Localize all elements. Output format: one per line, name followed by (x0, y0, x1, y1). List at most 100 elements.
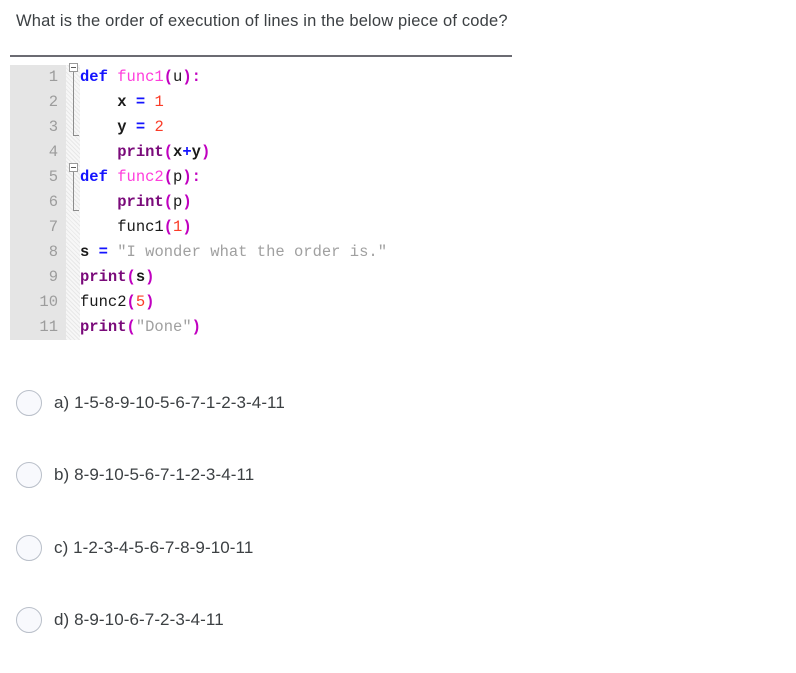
code-token: + (182, 143, 192, 161)
code-block-body: 1 def func1(u): 2 x = 13 y = 24 print(x+y)… (0, 60, 540, 345)
code-token: ) (182, 218, 192, 236)
code-line: 5 def func2(p): (0, 165, 540, 190)
code-token: ) (200, 143, 211, 161)
line-number: 2 (48, 93, 58, 111)
code-line: 6 print(p) (0, 190, 540, 215)
line-number: 1 (48, 68, 58, 86)
code-token: = (98, 243, 108, 261)
code-block-top-border (10, 55, 512, 57)
code-token: ( (126, 268, 136, 286)
code-token: s (80, 243, 90, 261)
code-token: "I wonder what the order is." (117, 243, 387, 261)
code-token: ( (163, 193, 174, 211)
code-line-content: y = 2 (80, 115, 164, 140)
code-token: y (191, 143, 201, 161)
code-token: = (135, 118, 146, 136)
line-number: 6 (48, 193, 58, 211)
code-token: ) (182, 168, 192, 186)
code-token: ( (126, 318, 136, 336)
code-block: 1 def func1(u): 2 x = 13 y = 24 print(x+y)… (0, 55, 540, 345)
code-line-content: print(s) (80, 265, 154, 290)
code-line-content: func1(1) (80, 215, 192, 240)
line-number: 8 (48, 243, 58, 261)
code-token: func1 (117, 218, 164, 236)
code-token: 2 (154, 118, 164, 136)
code-token: 1 (173, 218, 183, 236)
code-token: : (191, 168, 201, 186)
line-number: 7 (48, 218, 58, 236)
line-number: 9 (48, 268, 58, 286)
code-token: 1 (154, 93, 164, 111)
code-token: ( (163, 68, 174, 86)
answer-option-label-c: c) 1-2-3-4-5-6-7-8-9-10-11 (54, 538, 254, 557)
code-token: ) (145, 268, 155, 286)
radio-button-a[interactable] (16, 390, 42, 416)
code-token: func1 (117, 68, 164, 86)
code-token: : (191, 68, 201, 86)
radio-button-c[interactable] (16, 535, 42, 561)
code-token: func2 (80, 293, 127, 311)
code-line: 7 func1(1) (0, 215, 540, 240)
answer-option-label-b: b) 8-9-10-5-6-7-1-2-3-4-11 (54, 465, 255, 484)
code-line: 11 print("Done") (0, 315, 540, 340)
code-token: ( (163, 168, 174, 186)
radio-button-b[interactable] (16, 462, 42, 488)
code-line-content: print("Done") (80, 315, 201, 340)
code-token: = (135, 93, 146, 111)
code-token: def (80, 168, 108, 186)
code-token: ( (163, 143, 174, 161)
answer-option-label-a: a) 1-5-8-9-10-5-6-7-1-2-3-4-11 (54, 393, 285, 412)
code-token: ( (163, 218, 174, 236)
line-number: 11 (39, 318, 58, 336)
line-number: 10 (39, 293, 58, 311)
answer-option-a[interactable]: a) 1-5-8-9-10-5-6-7-1-2-3-4-11 (16, 386, 285, 420)
code-line-content: def func2(p): (80, 165, 201, 190)
code-line-content: func2(5) (80, 290, 154, 315)
code-line: 1 def func1(u): (0, 65, 540, 90)
code-token: ) (145, 293, 155, 311)
radio-button-d[interactable] (16, 607, 42, 633)
code-lines: 1 def func1(u): 2 x = 13 y = 24 print(x+y)… (0, 65, 540, 340)
code-token: print (117, 143, 164, 161)
code-token: "Done" (135, 318, 192, 336)
code-line-content: print(x+y) (80, 140, 210, 165)
code-line: 10 func2(5) (0, 290, 540, 315)
code-token: ) (191, 318, 201, 336)
code-token: def (80, 68, 108, 86)
code-token: p (173, 168, 183, 186)
line-number: 3 (48, 118, 58, 136)
code-token: print (117, 193, 164, 211)
code-line-content: print(p) (80, 190, 192, 215)
code-token: y (117, 118, 127, 136)
code-token: u (173, 68, 183, 86)
code-token: 5 (135, 293, 146, 311)
question-text: What is the order of execution of lines … (16, 12, 508, 30)
answer-option-b[interactable]: b) 8-9-10-5-6-7-1-2-3-4-11 (16, 458, 254, 492)
code-line-content: s = "I wonder what the order is." (80, 240, 387, 265)
code-token: ) (182, 193, 192, 211)
code-token: ) (182, 68, 192, 86)
code-token: print (80, 268, 127, 286)
answer-option-d[interactable]: d) 8-9-10-6-7-2-3-4-11 (16, 603, 224, 637)
code-token: s (135, 268, 146, 286)
answer-option-label-d: d) 8-9-10-6-7-2-3-4-11 (54, 610, 224, 629)
code-token: print (80, 318, 127, 336)
code-line: 4 print(x+y) (0, 140, 540, 165)
code-line-content: def func1(u): (80, 65, 201, 90)
line-number: 5 (48, 168, 58, 186)
code-token: ( (126, 293, 136, 311)
answer-option-c[interactable]: c) 1-2-3-4-5-6-7-8-9-10-11 (16, 531, 253, 565)
code-line-content: x = 1 (80, 90, 164, 115)
code-line: 3 y = 2 (0, 115, 540, 140)
code-line: 8 s = "I wonder what the order is." (0, 240, 540, 265)
